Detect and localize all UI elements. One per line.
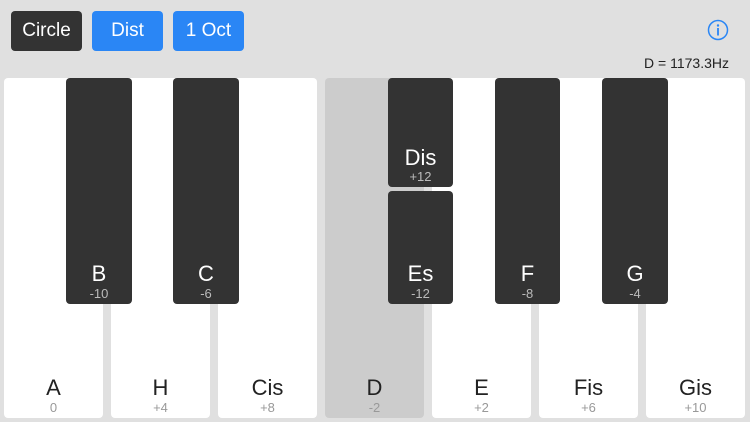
key-cents: -10 <box>89 286 109 301</box>
black-key-g[interactable]: G -4 <box>602 78 668 304</box>
key-name: G <box>626 261 644 286</box>
key-cents: +8 <box>260 400 275 415</box>
dist-button[interactable]: Dist <box>92 11 163 51</box>
circle-button[interactable]: Circle <box>11 11 82 51</box>
black-key-dis[interactable]: Dis +12 <box>388 78 453 187</box>
key-cents: -2 <box>368 400 381 415</box>
key-name: H <box>152 375 169 400</box>
key-name: Gis <box>679 375 712 400</box>
key-name: Es <box>407 261 434 286</box>
key-cents: +6 <box>581 400 596 415</box>
key-name: E <box>474 375 489 400</box>
key-cents: -8 <box>521 286 534 301</box>
key-cents: -12 <box>411 286 430 301</box>
octave-button[interactable]: 1 Oct <box>173 11 244 51</box>
black-key-b[interactable]: B -10 <box>66 78 132 304</box>
key-name: A <box>46 375 61 400</box>
key-cents: -4 <box>629 286 641 301</box>
key-cents: +4 <box>153 400 168 415</box>
key-cents: +12 <box>409 169 432 184</box>
black-key-c[interactable]: C -6 <box>173 78 239 304</box>
black-key-es[interactable]: Es -12 <box>388 191 453 304</box>
key-cents: -6 <box>200 286 212 301</box>
info-icon[interactable] <box>707 19 729 41</box>
key-name: Dis <box>404 145 437 170</box>
black-key-f[interactable]: F -8 <box>495 78 560 304</box>
key-cents: +10 <box>684 400 707 415</box>
key-name: D <box>366 375 383 400</box>
key-name: B <box>91 261 107 286</box>
key-cents: +2 <box>474 400 489 415</box>
key-cents: 0 <box>49 400 58 415</box>
frequency-readout: D = 1173.3Hz <box>644 55 729 71</box>
key-name: C <box>198 261 214 286</box>
key-name: Fis <box>573 375 604 400</box>
key-name: Cis <box>251 375 284 400</box>
key-name: F <box>520 261 535 286</box>
